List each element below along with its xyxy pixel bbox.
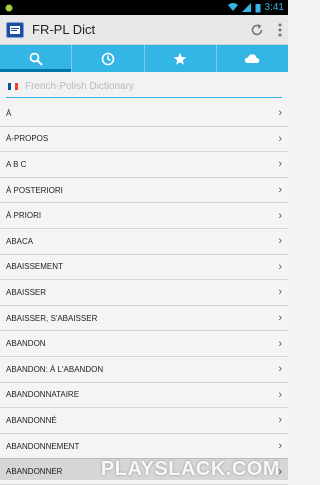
entry-label: ABAISSER: [6, 287, 47, 297]
chevron-right-icon: ›: [278, 337, 282, 350]
list-item[interactable]: ABANDON ›: [0, 331, 288, 357]
chevron-right-icon: ›: [278, 132, 282, 145]
dictionary-app-icon[interactable]: [6, 21, 24, 38]
wifi-icon: [227, 3, 238, 11]
search-icon: [29, 52, 43, 66]
chevron-right-icon: ›: [278, 414, 282, 427]
list-item[interactable]: À-PROPOS ›: [0, 126, 288, 153]
entry-label: ABANDON: [6, 339, 46, 349]
signal-icon: [241, 3, 251, 12]
tab-favorites[interactable]: [145, 45, 217, 72]
chevron-right-icon: ›: [278, 388, 282, 401]
entry-label: À POSTERIORI: [6, 185, 63, 195]
entry-label: À-PROPOS: [6, 134, 49, 144]
cloud-icon: [245, 54, 260, 63]
entry-label: ABANDONNÉ: [6, 415, 57, 425]
clock-icon: [101, 52, 115, 65]
status-bar: 3:41: [0, 0, 288, 15]
battery-icon: [255, 3, 261, 12]
search-input[interactable]: [25, 81, 255, 92]
list-item[interactable]: ABAISSER ›: [0, 280, 288, 306]
entry-label: ABANDON: À L'ABANDON: [6, 364, 104, 374]
app-title: FR-PL Dict: [32, 22, 96, 37]
chevron-right-icon: ›: [278, 158, 282, 171]
chevron-right-icon: ›: [278, 209, 282, 222]
french-flag-icon: [8, 83, 18, 90]
list-item[interactable]: À PRIORI ›: [0, 203, 288, 229]
list-item[interactable]: ABAISSEMENT ›: [0, 254, 288, 281]
chevron-right-icon: ›: [278, 235, 282, 248]
refresh-icon[interactable]: [250, 23, 264, 37]
list-item[interactable]: ABANDONNÉ ›: [0, 408, 288, 434]
list-item[interactable]: À ›: [0, 101, 288, 127]
tab-history[interactable]: [72, 45, 145, 72]
entry-label: À PRIORI: [6, 211, 42, 221]
app-bar-actions: [250, 23, 282, 37]
overflow-menu-icon[interactable]: [278, 23, 282, 37]
chevron-right-icon: ›: [278, 107, 282, 120]
entry-label: ABANDONNEMENT: [6, 441, 80, 451]
list-item[interactable]: ABAISSER, S'ABAISSER ›: [0, 305, 288, 332]
list-item[interactable]: ABANDONNATAIRE ›: [0, 382, 288, 409]
chevron-right-icon: ›: [278, 260, 282, 273]
list-item[interactable]: ABACA ›: [0, 228, 288, 255]
list-item[interactable]: ABANDON: À L'ABANDON ›: [0, 356, 288, 383]
list-item[interactable]: A B C ›: [0, 152, 288, 178]
entry-list: À › À-PROPOS › A B C › À POSTERIORI › À PRIORI › A…: [0, 101, 288, 485]
chevron-right-icon: ›: [278, 440, 282, 453]
chevron-right-icon: ›: [278, 312, 282, 325]
app-bar: FR-PL Dict: [0, 15, 288, 45]
status-right: 3:41: [227, 2, 284, 13]
tab-cloud[interactable]: [217, 45, 288, 72]
list-item[interactable]: ABANDONNEMENT ›: [0, 433, 288, 460]
entry-label: A B C: [6, 159, 27, 169]
tab-search[interactable]: [0, 45, 73, 72]
entry-label: ABAISSER, S'ABAISSER: [6, 313, 98, 323]
chevron-right-icon: ›: [278, 286, 282, 299]
android-bug-icon: [5, 4, 13, 11]
star-icon: [173, 52, 187, 65]
status-left: [4, 3, 14, 13]
chevron-right-icon: ›: [278, 184, 282, 197]
entry-label: ABAISSEMENT: [6, 262, 63, 272]
watermark: PLAYSLACK.COM: [0, 458, 288, 480]
entry-label: À: [6, 108, 12, 118]
search-bar: [6, 76, 282, 98]
status-time: 3:41: [264, 2, 284, 13]
chevron-right-icon: ›: [278, 363, 282, 376]
tab-bar: [0, 45, 288, 72]
list-item[interactable]: À POSTERIORI ›: [0, 177, 288, 204]
entry-label: ABACA: [6, 236, 34, 246]
entry-label: ABANDONNATAIRE: [6, 390, 80, 400]
